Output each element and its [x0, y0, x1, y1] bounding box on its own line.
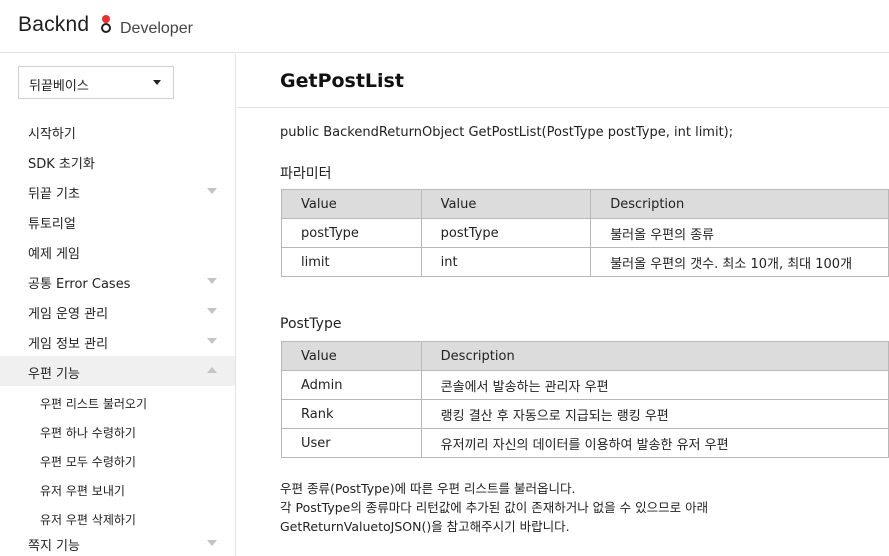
sidebar-item-game-info[interactable]: 게임 정보 관리 — [0, 326, 235, 356]
posttype-table: Value Description Admin 콘솔에서 발송하는 관리자 우편… — [281, 341, 889, 458]
table-row: Rank 랭킹 결산 후 자동으로 지급되는 랭킹 우편 — [281, 399, 889, 429]
sidebar-subitem-send-user-post[interactable]: 유저 우편 보내기 — [0, 475, 235, 504]
description-line: 각 PostType의 종류마다 리턴값에 추가된 값이 존재하거나 없을 수 … — [280, 500, 709, 515]
main-content: GetPostList public BackendReturnObject G… — [237, 54, 889, 556]
sidebar-item-error-cases[interactable]: 공통 Error Cases — [0, 266, 235, 296]
description: 우편 종류(PostType)에 따른 우편 리스트를 불러옵니다. 각 Pos… — [280, 479, 708, 536]
sidebar-subitem-label: 우편 모두 수령하기 — [40, 455, 136, 469]
table-header-cell: Value — [281, 341, 422, 371]
params-table: Value Value Description postType postTyp… — [281, 189, 889, 277]
chevron-down-icon[interactable] — [207, 188, 217, 194]
table-cell: 유저끼리 자신의 데이터를 이용하여 발송한 유저 우편 — [420, 428, 889, 458]
table-row: limit int 불러올 우편의 갯수. 최소 10개, 최대 100개 — [281, 247, 889, 277]
sidebar-item-basics[interactable]: 뒤끝 기초 — [0, 176, 235, 206]
sidebar-item-label: 예제 게임 — [28, 247, 80, 262]
sidebar-item-label: 시작하기 — [28, 127, 76, 142]
chevron-down-icon[interactable] — [207, 308, 217, 314]
table-cell: limit — [281, 247, 422, 277]
chevron-down-icon[interactable] — [207, 338, 217, 344]
sidebar-subitem-label: 우편 하나 수령하기 — [40, 426, 136, 440]
sidebar-item-label: 우편 기능 — [28, 367, 80, 382]
table-cell: int — [420, 247, 592, 277]
chevron-up-icon[interactable] — [207, 367, 217, 373]
sidebar-item-message[interactable]: 쪽지 기능 — [0, 528, 235, 556]
sidebar-subitem-get-post-list[interactable]: 우편 리스트 불러오기 — [0, 388, 235, 417]
sidebar-item-label: SDK 초기화 — [28, 157, 95, 172]
top-bar: Backnd Developer — [0, 0, 889, 53]
developer-label: Developer — [120, 20, 193, 37]
table-cell: postType — [281, 218, 422, 248]
table-cell: Admin — [281, 370, 422, 400]
table-cell: User — [281, 428, 422, 458]
sidebar-subitem-label: 우편 리스트 불러오기 — [40, 397, 147, 411]
logo-mark-icon — [101, 15, 112, 37]
sidebar-item-label: 게임 정보 관리 — [28, 337, 109, 352]
sidebar-item-sdk-init[interactable]: SDK 초기화 — [0, 146, 235, 176]
table-row: Admin 콘솔에서 발송하는 관리자 우편 — [281, 370, 889, 400]
method-signature: public BackendReturnObject GetPostList(P… — [280, 125, 734, 140]
description-line: GetReturnValuetoJSON()을 참고해주시기 바랍니다. — [280, 519, 570, 534]
table-cell: 랭킹 결산 후 자동으로 지급되는 랭킹 우편 — [420, 399, 889, 429]
chevron-down-icon[interactable] — [207, 278, 217, 284]
sidebar-item-tutorial[interactable]: 튜토리얼 — [0, 206, 235, 236]
sidebar: 뒤끝베이스 시작하기 SDK 초기화 뒤끝 기초 튜토리얼 예제 게임 공통 E… — [0, 54, 236, 556]
product-select[interactable]: 뒤끝베이스 — [18, 66, 174, 99]
table-header-cell: Value — [281, 189, 422, 219]
table-header-row: Value Value Description — [281, 189, 889, 219]
table-row: postType postType 불러올 우편의 종류 — [281, 218, 889, 248]
sidebar-item-label: 공통 Error Cases — [28, 277, 131, 292]
sidebar-item-label: 쪽지 기능 — [28, 539, 80, 554]
logo-text[interactable]: Backnd — [18, 13, 89, 37]
table-cell: 콘솔에서 발송하는 관리자 우편 — [420, 370, 889, 400]
table-header-cell: Description — [420, 341, 889, 371]
page-title: GetPostList — [280, 70, 404, 92]
sidebar-subitem-receive-one[interactable]: 우편 하나 수령하기 — [0, 417, 235, 446]
table-cell: postType — [420, 218, 592, 248]
sidebar-item-example-game[interactable]: 예제 게임 — [0, 236, 235, 266]
sidebar-item-label: 게임 운영 관리 — [28, 307, 109, 322]
table-row: User 유저끼리 자신의 데이터를 이용하여 발송한 유저 우편 — [281, 428, 889, 458]
sidebar-item-post[interactable]: 우편 기능 — [0, 356, 235, 386]
sidebar-item-game-operation[interactable]: 게임 운영 관리 — [0, 296, 235, 326]
product-select-value: 뒤끝베이스 — [29, 79, 89, 94]
table-cell: Rank — [281, 399, 422, 429]
table-header-cell: Description — [590, 189, 889, 219]
table-cell: 불러올 우편의 갯수. 최소 10개, 최대 100개 — [590, 247, 889, 277]
sidebar-subitem-label: 유저 우편 보내기 — [40, 484, 125, 498]
table-header-cell: Value — [420, 189, 592, 219]
posttype-heading: PostType — [280, 316, 342, 332]
title-bar: GetPostList — [237, 54, 889, 108]
caret-down-icon — [153, 80, 161, 85]
description-line: 우편 종류(PostType)에 따른 우편 리스트를 불러옵니다. — [280, 481, 576, 496]
sidebar-subitem-label: 유저 우편 삭제하기 — [40, 513, 136, 527]
table-cell: 불러올 우편의 종류 — [590, 218, 889, 248]
sidebar-subitem-receive-all[interactable]: 우편 모두 수령하기 — [0, 446, 235, 475]
sidebar-item-getting-started[interactable]: 시작하기 — [0, 116, 235, 146]
params-heading: 파라미터 — [280, 166, 332, 182]
table-header-row: Value Description — [281, 341, 889, 371]
sidebar-item-label: 튜토리얼 — [28, 217, 76, 232]
sidebar-item-label: 뒤끝 기초 — [28, 187, 80, 202]
chevron-down-icon[interactable] — [207, 540, 217, 546]
